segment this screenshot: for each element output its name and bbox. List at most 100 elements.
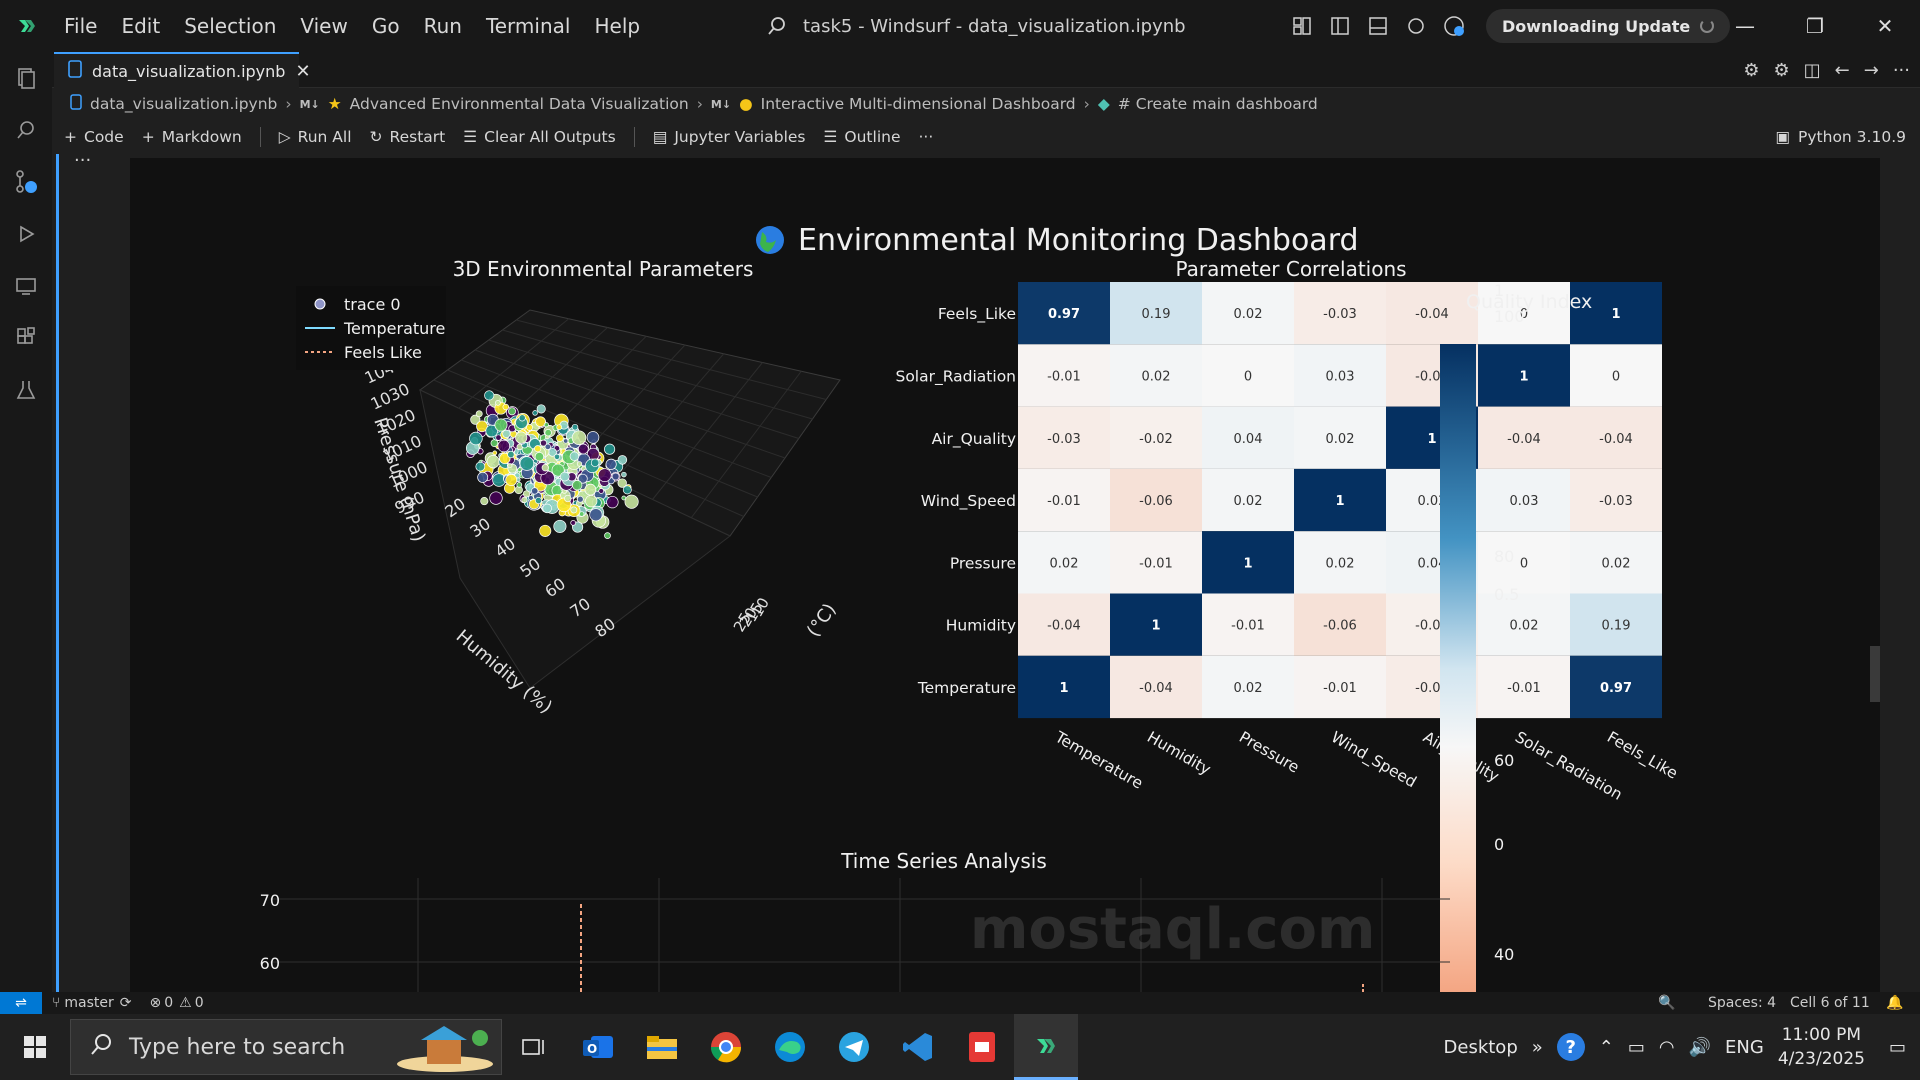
heatmap-title: Parameter Correlations: [1175, 257, 1406, 281]
file-explorer-icon[interactable]: [630, 1014, 694, 1080]
sync-icon[interactable]: [1404, 14, 1428, 38]
notifications-icon[interactable]: ▭: [1889, 1037, 1906, 1058]
output-scrollbar[interactable]: [1870, 646, 1880, 702]
menu-run[interactable]: Run: [412, 14, 474, 38]
menu-edit[interactable]: Edit: [109, 14, 172, 38]
clock-date: 4/23/2025: [1777, 1049, 1865, 1069]
go-back-icon[interactable]: ←: [1835, 60, 1850, 81]
corr-tick-0-5: 0.5: [1494, 585, 1519, 604]
branch-icon: ⑂: [52, 995, 61, 1011]
battery-icon[interactable]: ▭: [1628, 1037, 1645, 1058]
desktop-label[interactable]: Desktop: [1444, 1037, 1518, 1058]
heatmap-cell-label: 0.02: [1602, 556, 1631, 571]
zoom-icon[interactable]: 🔍: [1658, 995, 1675, 1011]
menu-selection[interactable]: Selection: [172, 14, 288, 38]
menu-go[interactable]: Go: [360, 14, 412, 38]
breadcrumb-section-3[interactable]: # Create main dashboard: [1118, 95, 1318, 113]
legend-temperature-label[interactable]: Temperature: [343, 319, 445, 338]
restart-button[interactable]: ↻ Restart: [370, 128, 446, 146]
scatter-3d-scene[interactable]: 10401030102010101000990 20304050607080 1…: [362, 309, 841, 718]
source-control-icon[interactable]: [0, 156, 52, 208]
scatter-point: [539, 524, 552, 537]
outlook-icon[interactable]: O: [566, 1014, 630, 1080]
branch-name[interactable]: master: [64, 995, 113, 1011]
help-icon[interactable]: ?: [1556, 1033, 1585, 1061]
language-indicator[interactable]: ENG: [1725, 1037, 1764, 1058]
downloading-update-button[interactable]: Downloading Update: [1486, 9, 1731, 43]
vscode-icon[interactable]: [886, 1014, 950, 1080]
minimize-button[interactable]: —: [1710, 0, 1780, 52]
menu-file[interactable]: File: [52, 14, 109, 38]
correlation-heatmap[interactable]: 0.97 0.19 0.02 -0.03 -0.04 0 1 -0.01 0.02 0 0.03 -0…: [895, 282, 1681, 805]
settings-icon[interactable]: ⚙: [1743, 60, 1759, 81]
breadcrumb-section-1[interactable]: Advanced Environmental Data Visualizatio…: [350, 95, 689, 113]
close-window-button[interactable]: ✕: [1850, 0, 1920, 52]
go-forward-icon[interactable]: →: [1864, 60, 1879, 81]
add-markdown-button[interactable]: + Markdown: [142, 128, 242, 146]
toggle-panel-icon[interactable]: [1366, 14, 1390, 38]
legend-trace0-label[interactable]: trace 0: [344, 295, 401, 314]
outline-button[interactable]: ☰ Outline: [824, 128, 901, 146]
clock[interactable]: 11:00 PM 4/23/2025: [1778, 1023, 1865, 1071]
command-center[interactable]: task5 - Windsurf - data_visualization.ip…: [765, 0, 1186, 52]
markdown-badge-icon: M↓: [710, 97, 732, 111]
breadcrumb-file[interactable]: data_visualization.ipynb: [90, 95, 277, 113]
pdf-reader-icon[interactable]: [950, 1014, 1014, 1080]
explorer-icon[interactable]: [0, 52, 52, 104]
breadcrumb-section-2[interactable]: Interactive Multi-dimensional Dashboard: [761, 95, 1076, 113]
windsurf-logo-icon[interactable]: [0, 0, 52, 52]
heatmap-cell-label: -0.02: [1139, 432, 1173, 447]
notebook-settings-icon[interactable]: ⚙: [1773, 60, 1789, 81]
extensions-icon[interactable]: [0, 312, 52, 364]
system-tray: Desktop » ? ⌃ ▭ ◠ 🔊 ENG 11:00 PM 4/23/20…: [1444, 1014, 1920, 1080]
menu-terminal[interactable]: Terminal: [474, 14, 583, 38]
toggle-sidebar-icon[interactable]: [1328, 14, 1352, 38]
toolbar-more-button[interactable]: ···: [918, 128, 933, 146]
run-debug-icon[interactable]: [0, 208, 52, 260]
account-icon[interactable]: [1442, 14, 1466, 38]
testing-icon[interactable]: [0, 364, 52, 416]
cell-indicator[interactable]: Cell 6 of 11: [1790, 995, 1870, 1011]
run-all-button[interactable]: ▷ Run All: [279, 128, 352, 146]
bell-icon[interactable]: 🔔: [1886, 995, 1903, 1011]
warning-count[interactable]: 0: [195, 995, 204, 1011]
remote-explorer-icon[interactable]: [0, 260, 52, 312]
wifi-icon[interactable]: ◠: [1659, 1037, 1675, 1058]
volume-icon[interactable]: 🔊: [1689, 1037, 1711, 1058]
scatter-point: [502, 403, 510, 411]
add-code-button[interactable]: + Code: [64, 128, 124, 146]
cell-more-button[interactable]: ···: [74, 150, 91, 171]
status-bar: ⇌ ⑂ master ⟳ ⊗ 0 ⚠ 0 🔍 Spaces: 4 Cell 6 …: [0, 992, 1920, 1014]
show-hidden-icons-icon[interactable]: ⌃: [1599, 1037, 1614, 1058]
sync-status-icon[interactable]: ⟳: [120, 995, 132, 1011]
windows-start-icon[interactable]: [0, 1014, 70, 1080]
clear-outputs-button[interactable]: ☰ Clear All Outputs: [463, 128, 615, 146]
scatter-point: [577, 443, 589, 455]
search-view-icon[interactable]: [0, 104, 52, 156]
chrome-icon[interactable]: [694, 1014, 758, 1080]
layout-icon[interactable]: [1290, 14, 1314, 38]
jupyter-variables-button[interactable]: ▤ Jupyter Variables: [653, 128, 806, 146]
menu-help[interactable]: Help: [582, 14, 652, 38]
close-tab-icon[interactable]: ✕: [295, 61, 310, 82]
restore-button[interactable]: ❐: [1780, 0, 1850, 52]
more-actions-icon[interactable]: ···: [1893, 60, 1910, 81]
legend-feels-like-label[interactable]: Feels Like: [344, 343, 422, 362]
error-count[interactable]: 0: [164, 995, 173, 1011]
task-view-icon[interactable]: [502, 1014, 566, 1080]
chevron-double-right-icon[interactable]: »: [1532, 1037, 1543, 1058]
cell-output: Environmental Monitoring Dashboard 3D En…: [130, 158, 1880, 992]
telegram-icon[interactable]: [822, 1014, 886, 1080]
edge-icon[interactable]: [758, 1014, 822, 1080]
kernel-picker[interactable]: ▣ Python 3.10.9: [1775, 122, 1906, 152]
chevron-right-icon: ›: [1083, 95, 1090, 113]
spaces-indicator[interactable]: Spaces: 4: [1708, 995, 1776, 1011]
menu-view[interactable]: View: [288, 14, 359, 38]
taskbar-search[interactable]: Type here to search: [70, 1019, 502, 1075]
clear-outputs-label: Clear All Outputs: [484, 128, 616, 146]
remote-indicator-icon[interactable]: ⇌: [0, 992, 42, 1014]
windsurf-taskbar-icon[interactable]: [1014, 1014, 1078, 1080]
windsurf-window: File Edit Selection View Go Run Terminal…: [0, 0, 1920, 1080]
split-editor-icon[interactable]: ◫: [1804, 60, 1821, 81]
tab-data-visualization[interactable]: data_visualization.ipynb ✕: [54, 52, 311, 88]
